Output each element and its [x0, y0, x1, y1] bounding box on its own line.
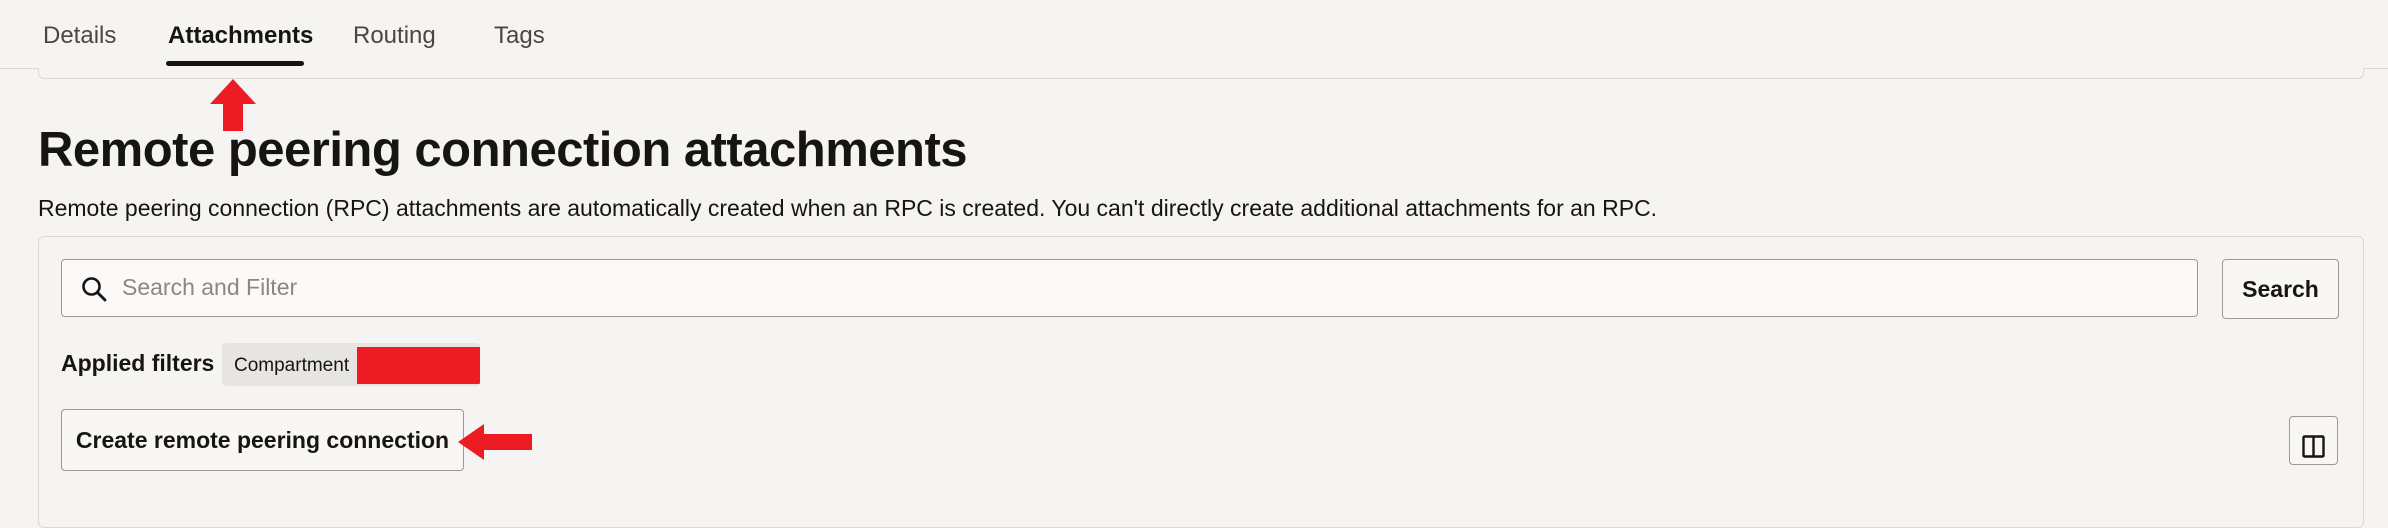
- annotation-arrow-left: [458, 424, 532, 460]
- filter-chip-label: Compartment: [234, 355, 350, 376]
- search-input[interactable]: [122, 260, 2172, 315]
- filter-chip-compartment[interactable]: Compartment: [222, 343, 480, 386]
- create-remote-peering-connection-button[interactable]: Create remote peering connection: [61, 409, 464, 471]
- tab-routing[interactable]: Routing: [353, 22, 436, 50]
- page-description: Remote peering connection (RPC) attachme…: [38, 195, 1658, 221]
- columns-icon: [2302, 435, 2325, 458]
- active-tab-indicator: [166, 61, 304, 66]
- tab-bar: Details Attachments Routing Tags: [0, 0, 2388, 69]
- search-icon: [80, 275, 108, 303]
- tab-details[interactable]: Details: [43, 22, 116, 50]
- tab-tags[interactable]: Tags: [494, 22, 545, 50]
- columns-toggle-button[interactable]: [2289, 416, 2338, 465]
- redacted-compartment-value: [357, 347, 480, 384]
- search-button[interactable]: Search: [2222, 259, 2339, 319]
- tab-attachments[interactable]: Attachments: [168, 22, 313, 50]
- page-title: Remote peering connection attachments: [38, 123, 968, 177]
- details-card-edge: [38, 68, 2364, 79]
- applied-filters-label: Applied filters: [61, 350, 215, 376]
- search-field[interactable]: [61, 259, 2198, 317]
